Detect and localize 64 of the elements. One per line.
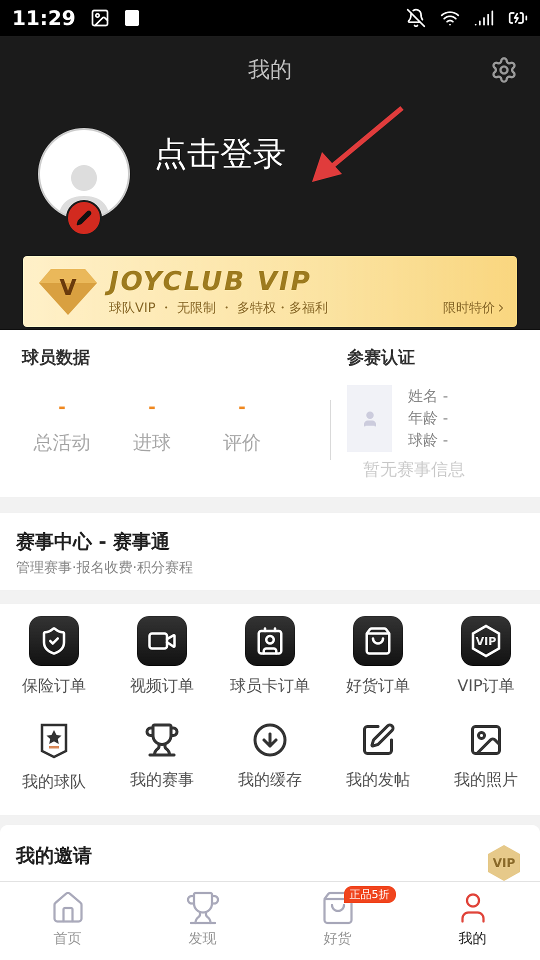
star-badge-icon (39, 722, 69, 760)
stat-label: 评价 (223, 431, 261, 456)
offer-link[interactable]: 限时特价 (443, 299, 507, 317)
promo-badge: 正品5折 (344, 886, 396, 903)
section-heading: 参赛认证 (347, 347, 416, 369)
page-title: 我的 (248, 57, 292, 85)
edit-avatar-button[interactable] (66, 200, 102, 236)
image-icon (90, 8, 110, 28)
menu-shortcut[interactable]: 我的缓存 (216, 708, 324, 815)
trophy-icon (144, 722, 180, 758)
stat-label: 总活动 (34, 431, 90, 456)
bell-off-icon (406, 8, 426, 28)
shortcut-label: 保险订单 (22, 676, 86, 697)
diamond-icon (37, 266, 99, 316)
trophy-icon (184, 890, 220, 926)
section-heading: 球员数据 (22, 347, 91, 369)
shopping-bag-icon (363, 626, 393, 656)
logo-letter: V (59, 276, 77, 301)
vip-label: VIP (492, 856, 516, 870)
info-line: 年龄 - (408, 409, 448, 427)
order-shortcut[interactable]: 保险订单 (0, 604, 108, 708)
signal-icon (474, 8, 494, 28)
order-shortcut[interactable]: 视频订单 (108, 604, 216, 708)
stat-value: - (148, 397, 156, 418)
shortcut-label: 好货订单 (346, 676, 410, 697)
shortcut-label: VIP订单 (457, 676, 515, 697)
stat-value: - (58, 397, 66, 418)
order-shortcut[interactable]: VIP VIP订单 (432, 604, 540, 708)
shortcut-label: 我的缓存 (238, 770, 302, 791)
menu-shortcut[interactable]: 我的球队 (0, 708, 108, 815)
vip-title: JOYCLUB VIP (105, 264, 322, 300)
photo-icon (468, 722, 504, 758)
login-link[interactable]: 点击登录 (154, 132, 286, 177)
download-icon (252, 722, 288, 758)
id-card-icon (255, 626, 285, 656)
pencil-icon (76, 210, 92, 226)
shortcut-label: 我的赛事 (130, 770, 194, 791)
event-title: 赛事中心 - 赛事通 (16, 530, 172, 555)
shortcut-label: 球员卡订单 (230, 676, 310, 697)
order-shortcut[interactable]: 球员卡订单 (216, 604, 324, 708)
event-subtitle: 管理赛事·报名收费·积分赛程 (16, 559, 194, 577)
info-line: 姓名 - (408, 387, 448, 405)
stat-value: - (238, 397, 246, 418)
menu-shortcut[interactable]: 我的照片 (432, 708, 540, 815)
vip-perks: 球队VIP ・ 无限制 ・ 多特权・多福利 (109, 300, 330, 316)
shortcut-label: 我的发帖 (346, 770, 410, 791)
tab[interactable]: 我的 (405, 882, 540, 960)
shortcut-label: 我的照片 (454, 770, 518, 791)
menu-shortcut[interactable]: 我的赛事 (108, 708, 216, 815)
menu-shortcut[interactable]: 我的发帖 (324, 708, 432, 815)
event-center-card[interactable]: 赛事中心 - 赛事通 管理赛事·报名收费·积分赛程 (0, 513, 540, 590)
shortcut-label: 视频订单 (130, 676, 194, 697)
settings-icon[interactable] (490, 56, 518, 84)
status-time: 11:29 (12, 6, 76, 30)
vip-banner[interactable]: V JOYCLUB VIP 球队VIP ・ 无限制 ・ 多特权・多福利 限时特价 (23, 256, 517, 327)
info-line: 球龄 - (408, 431, 448, 449)
tab[interactable]: 正品5折 好货 (270, 882, 405, 960)
edit-icon (360, 722, 396, 758)
order-shortcut[interactable]: 好货订单 (324, 604, 432, 708)
photo-placeholder (347, 385, 392, 452)
stat-label: 进球 (133, 431, 171, 456)
icon-text: VIP (476, 634, 496, 648)
invitation-title: 我的邀请 (16, 844, 92, 869)
shortcut-label: 我的球队 (22, 772, 86, 793)
